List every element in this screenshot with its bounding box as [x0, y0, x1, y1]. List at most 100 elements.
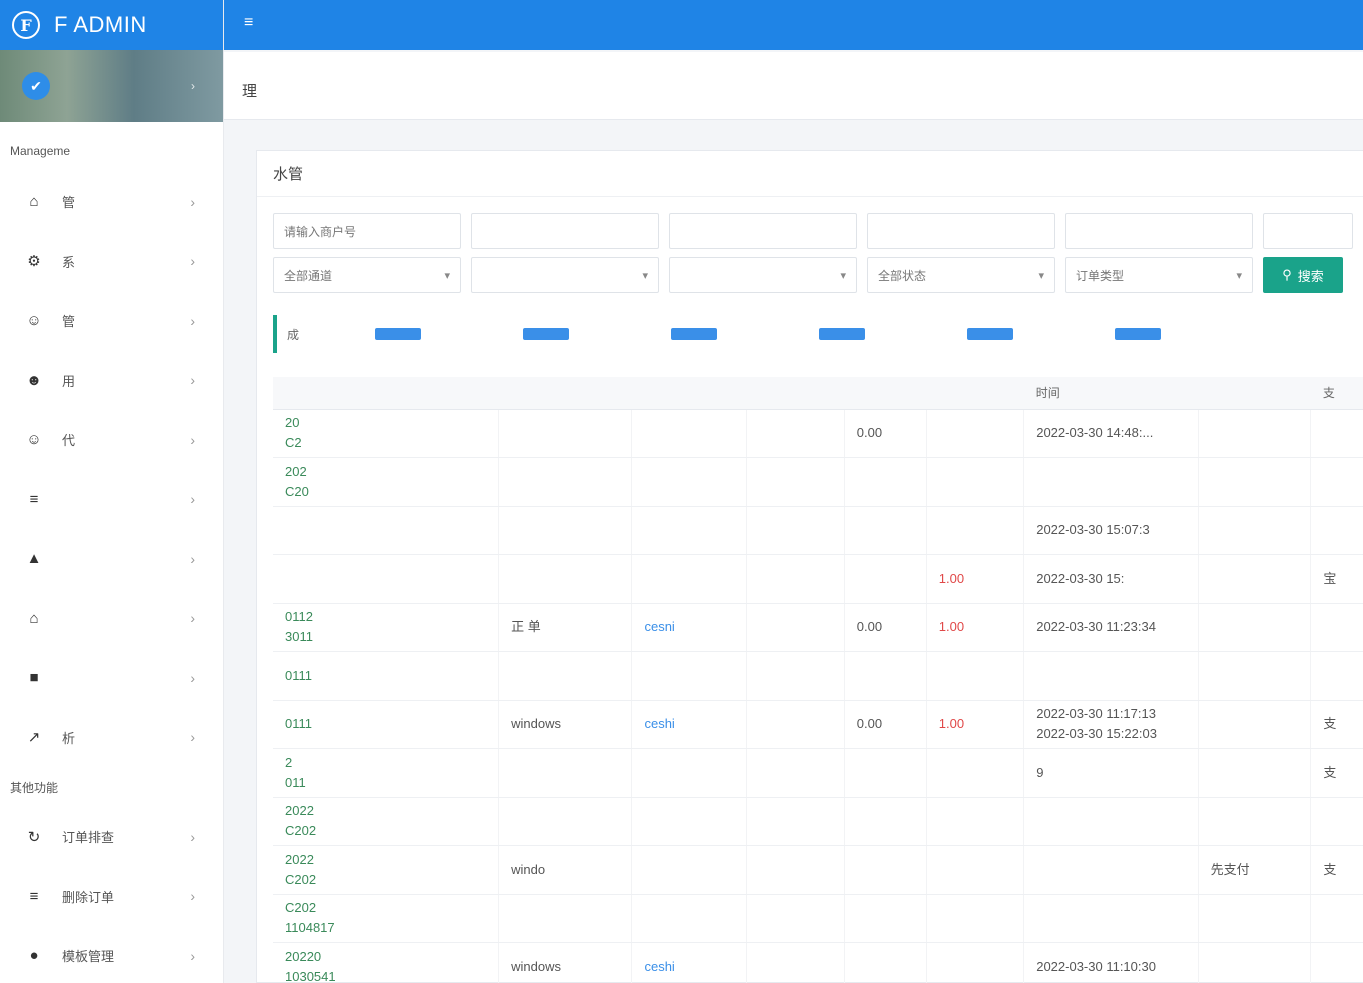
sidebar-item-6[interactable]: ▲ ›: [0, 529, 223, 589]
column-header[interactable]: [631, 377, 747, 410]
filter-input-4[interactable]: [867, 213, 1055, 249]
chevron-right-icon: ›: [190, 312, 195, 329]
chevron-right-icon: ›: [190, 491, 195, 508]
table-row[interactable]: 2022 C202: [273, 797, 1363, 846]
chevron-right-icon: ›: [191, 79, 195, 93]
amount-cell: [844, 894, 927, 943]
time-cell: 2022-03-30 11:10:30: [1023, 942, 1199, 983]
column-header[interactable]: 时间: [1023, 377, 1199, 410]
order-number-cell: 202 C20: [273, 457, 500, 507]
table-row[interactable]: 202 C20: [273, 457, 1363, 507]
pay-cell: 宝: [1310, 554, 1363, 604]
sidebar-item-0[interactable]: ⌂ 管 ›: [0, 172, 223, 232]
time-cell: 2022-03-30 14:48:...: [1023, 409, 1199, 458]
table-row[interactable]: 0111 windows ceshi 0.00 1.00 2022-03-30 11:17…: [273, 700, 1363, 749]
sidebar-other-item-0[interactable]: ↻ 订单排查 ›: [0, 807, 223, 867]
filter-input-6[interactable]: [1263, 213, 1353, 249]
table-row[interactable]: 1.00 2022-03-30 15: 宝: [273, 554, 1363, 604]
brand[interactable]: F F ADMIN: [0, 0, 223, 50]
cell-blank: [746, 942, 845, 983]
cell-blank: [746, 700, 845, 749]
channel-cell: [1198, 603, 1312, 652]
sidebar-item-3[interactable]: ☻ 用 ›: [0, 351, 223, 411]
order-number-cell: [273, 554, 500, 604]
sidebar-item-label: 模板管理: [62, 949, 115, 965]
sidebar-other-item-1[interactable]: ≡ 删除订单 ›: [0, 867, 223, 927]
order-number-cell: C202 1104817: [273, 894, 500, 943]
chevron-right-icon: ›: [190, 669, 195, 686]
user-cell: [631, 409, 748, 458]
chart-line-icon: ↗: [27, 729, 41, 747]
stat-item: 成: [287, 326, 421, 343]
top-navbar: ≡: [224, 0, 1363, 50]
user-cell: ceshi: [631, 942, 748, 983]
time-cell: 2022-03-30 15:07:3: [1023, 506, 1199, 555]
order-number-cell: 0112 3011: [273, 603, 500, 652]
status-select[interactable]: 全部状态: [867, 257, 1055, 293]
time-cell: 2022-03-30 11:23:34: [1023, 603, 1199, 652]
column-header[interactable]: [498, 377, 632, 410]
fee-cell: [926, 942, 1025, 983]
table-row[interactable]: 2 011 9 支: [273, 748, 1363, 798]
gears-icon: ⚙: [27, 253, 41, 271]
table-row[interactable]: C202 1104817: [273, 894, 1363, 943]
merchant-search-input[interactable]: 请输入商户号: [273, 213, 461, 249]
filter-input-3[interactable]: [669, 213, 857, 249]
channel-select[interactable]: 全部通道: [273, 257, 461, 293]
channel-cell: [1198, 942, 1312, 983]
sidebar-item-7[interactable]: ⌂ ›: [0, 589, 223, 649]
sidebar-item-9[interactable]: ↗ 析 ›: [0, 708, 223, 768]
search-button-label: 搜索: [1297, 268, 1324, 284]
table-row[interactable]: 0111: [273, 651, 1363, 701]
column-header[interactable]: [746, 377, 845, 410]
pay-cell: [1310, 942, 1363, 983]
cell-blank: [746, 457, 845, 507]
pay-cell: 支: [1310, 700, 1363, 749]
pay-cell: [1310, 603, 1363, 652]
sidebar-item-label: 删除订单: [62, 889, 115, 905]
filter-input-2[interactable]: [471, 213, 659, 249]
channel-cell: [1198, 700, 1312, 749]
amount-cell: [844, 506, 927, 555]
client-cell: [498, 797, 633, 846]
user-panel[interactable]: ✔ ›: [0, 50, 223, 122]
user-cell-line: ceshi: [644, 716, 675, 732]
order-number-cell-line: 0111: [285, 716, 312, 732]
nav-section-label-other: 其他功能: [10, 780, 59, 795]
sidebar-item-8[interactable]: ■ ›: [0, 648, 223, 708]
fee-cell: 1.00: [926, 700, 1025, 749]
account-select[interactable]: [471, 257, 659, 293]
stat-value-badge: [967, 328, 1013, 340]
sidebar-item-4[interactable]: ☺ 代 ›: [0, 410, 223, 470]
table-row[interactable]: 2022 C202 windo 先支付 支: [273, 845, 1363, 895]
column-header[interactable]: [273, 377, 499, 410]
column-header[interactable]: [844, 377, 927, 410]
table-row[interactable]: 2022-03-30 15:07:3: [273, 506, 1363, 555]
table-row[interactable]: 20 C2 0.00 2022-03-30 14:48:...: [273, 409, 1363, 458]
fee-cell-line: 1.00: [938, 619, 965, 635]
column-header[interactable]: [926, 377, 1024, 410]
column-header[interactable]: 支: [1310, 377, 1363, 410]
sidebar-other-item-2[interactable]: ● 模板管理 ›: [0, 926, 223, 983]
channel-cell: [1198, 894, 1312, 943]
cell-blank: [746, 748, 845, 798]
filter-input-5[interactable]: [1065, 213, 1253, 249]
filter-bar: 请输入商户号 全部通道 全部状态 订单类型 ⚲ 搜索: [273, 213, 1363, 301]
search-button[interactable]: ⚲ 搜索: [1263, 257, 1343, 293]
order-type-select[interactable]: 订单类型: [1065, 257, 1253, 293]
chevron-right-icon: ›: [190, 947, 195, 964]
bank-select[interactable]: [669, 257, 857, 293]
chevron-right-icon: ›: [190, 729, 195, 746]
sidebar-item-1[interactable]: ⚙ 系 ›: [0, 232, 223, 292]
user-circle-icon: ☺: [26, 431, 42, 449]
sidebar-item-label: 代: [62, 433, 76, 449]
table-row[interactable]: 0112 3011 正 单 cesni 0.00 1.00 2022-03-30 11:23…: [273, 603, 1363, 652]
time-cell-line: 2022-03-30 15:22:03: [1036, 726, 1157, 742]
column-header[interactable]: [1198, 377, 1311, 410]
table-row[interactable]: 20220 1030541 windows ceshi 2022-03-30 11:10…: [273, 942, 1363, 983]
menu-toggle-icon[interactable]: ≡: [244, 14, 253, 32]
sidebar-item-5[interactable]: ≡ ›: [0, 470, 223, 530]
sidebar-item-2[interactable]: ☺ 管 ›: [0, 291, 223, 351]
amount-cell: 0.00: [844, 409, 927, 458]
channel-cell-line: 先支付: [1210, 861, 1250, 877]
